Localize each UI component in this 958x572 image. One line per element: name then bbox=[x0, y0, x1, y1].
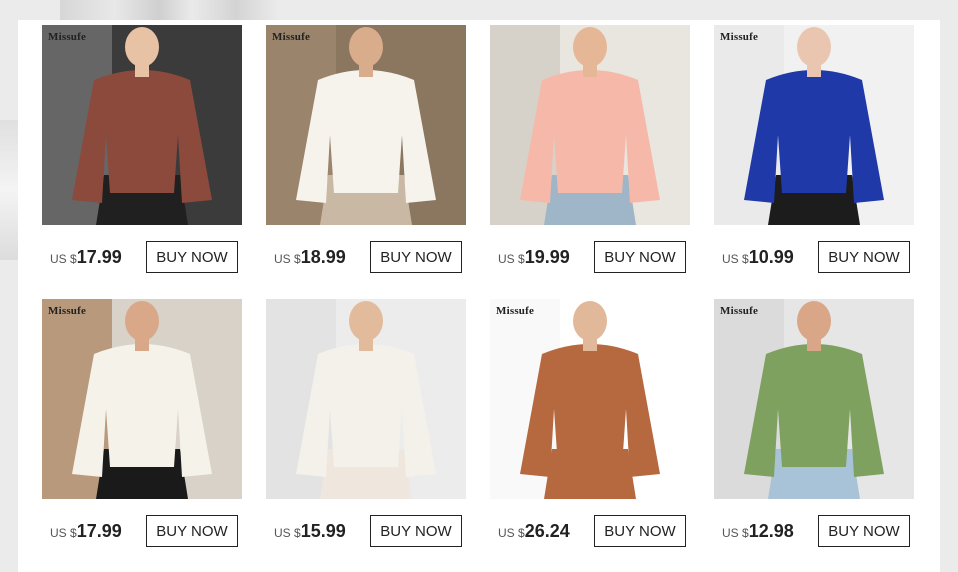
product-card-5[interactable]: Missufe US $17.99 BUY NOW bbox=[42, 299, 242, 551]
product-card-6[interactable]: US $15.99 BUY NOW bbox=[266, 299, 466, 551]
product-image[interactable]: Missufe bbox=[266, 25, 466, 225]
product-photo-graphic bbox=[266, 25, 466, 225]
product-photo-graphic bbox=[490, 299, 690, 499]
product-card-3[interactable]: US $19.99 BUY NOW bbox=[490, 25, 690, 277]
currency-label: US $ bbox=[722, 252, 749, 266]
product-photo-graphic bbox=[42, 299, 242, 499]
product-image[interactable] bbox=[266, 299, 466, 499]
product-image[interactable] bbox=[490, 25, 690, 225]
product-card-2[interactable]: Missufe US $18.99 BUY NOW bbox=[266, 25, 466, 277]
currency-label: US $ bbox=[274, 252, 301, 266]
price-row: US $19.99 BUY NOW bbox=[490, 241, 690, 273]
price-amount: 15.99 bbox=[300, 521, 346, 541]
currency-label: US $ bbox=[498, 526, 525, 540]
product-card-1[interactable]: Missufe US $17.99 BUY NOW bbox=[42, 25, 242, 277]
price: US $10.99 bbox=[722, 247, 794, 268]
buy-now-button[interactable]: BUY NOW bbox=[818, 241, 910, 273]
price: US $19.99 bbox=[498, 247, 570, 268]
product-image[interactable]: Missufe bbox=[490, 299, 690, 499]
currency-label: US $ bbox=[722, 526, 749, 540]
price-amount: 12.98 bbox=[748, 521, 794, 541]
price-amount: 17.99 bbox=[76, 521, 122, 541]
product-card-4[interactable]: Missufe US $10.99 BUY NOW bbox=[714, 25, 914, 277]
currency-label: US $ bbox=[274, 526, 301, 540]
product-photo-graphic bbox=[714, 25, 914, 225]
price-row: US $18.99 BUY NOW bbox=[266, 241, 466, 273]
product-card-8[interactable]: Missufe US $12.98 BUY NOW bbox=[714, 299, 914, 551]
brand-logo: Missufe bbox=[48, 305, 87, 317]
currency-label: US $ bbox=[50, 526, 77, 540]
product-image[interactable]: Missufe bbox=[42, 299, 242, 499]
buy-now-button[interactable]: BUY NOW bbox=[370, 515, 462, 547]
price: US $17.99 bbox=[50, 521, 122, 542]
price-row: US $17.99 BUY NOW bbox=[42, 241, 242, 273]
buy-now-button[interactable]: BUY NOW bbox=[594, 515, 686, 547]
brand-logo: Missufe bbox=[720, 31, 759, 43]
brand-logo: Missufe bbox=[496, 305, 535, 317]
background-left-edge bbox=[0, 120, 18, 260]
product-photo-graphic bbox=[490, 25, 690, 225]
price: US $12.98 bbox=[722, 521, 794, 542]
price-amount: 19.99 bbox=[524, 247, 570, 267]
brand-logo: Missufe bbox=[48, 31, 87, 43]
price: US $26.24 bbox=[498, 521, 570, 542]
product-image[interactable]: Missufe bbox=[42, 25, 242, 225]
product-panel: Missufe US $17.99 BUY NOW Missufe US $18… bbox=[18, 20, 940, 572]
price-row: US $15.99 BUY NOW bbox=[266, 515, 466, 547]
price-amount: 18.99 bbox=[300, 247, 346, 267]
product-photo-graphic bbox=[714, 299, 914, 499]
price-row: US $17.99 BUY NOW bbox=[42, 515, 242, 547]
buy-now-button[interactable]: BUY NOW bbox=[594, 241, 686, 273]
product-card-7[interactable]: Missufe US $26.24 BUY NOW bbox=[490, 299, 690, 551]
product-photo-graphic bbox=[266, 299, 466, 499]
product-image[interactable]: Missufe bbox=[714, 25, 914, 225]
currency-label: US $ bbox=[498, 252, 525, 266]
price-row: US $10.99 BUY NOW bbox=[714, 241, 914, 273]
product-image[interactable]: Missufe bbox=[714, 299, 914, 499]
buy-now-button[interactable]: BUY NOW bbox=[146, 515, 238, 547]
price-amount: 17.99 bbox=[76, 247, 122, 267]
brand-logo: Missufe bbox=[720, 305, 759, 317]
brand-logo: Missufe bbox=[272, 31, 311, 43]
price: US $17.99 bbox=[50, 247, 122, 268]
price-amount: 10.99 bbox=[748, 247, 794, 267]
product-grid: Missufe US $17.99 BUY NOW Missufe US $18… bbox=[42, 25, 914, 551]
buy-now-button[interactable]: BUY NOW bbox=[818, 515, 910, 547]
price-row: US $12.98 BUY NOW bbox=[714, 515, 914, 547]
price-amount: 26.24 bbox=[524, 521, 570, 541]
product-photo-graphic bbox=[42, 25, 242, 225]
price: US $18.99 bbox=[274, 247, 346, 268]
price: US $15.99 bbox=[274, 521, 346, 542]
price-row: US $26.24 BUY NOW bbox=[490, 515, 690, 547]
buy-now-button[interactable]: BUY NOW bbox=[370, 241, 462, 273]
currency-label: US $ bbox=[50, 252, 77, 266]
buy-now-button[interactable]: BUY NOW bbox=[146, 241, 238, 273]
